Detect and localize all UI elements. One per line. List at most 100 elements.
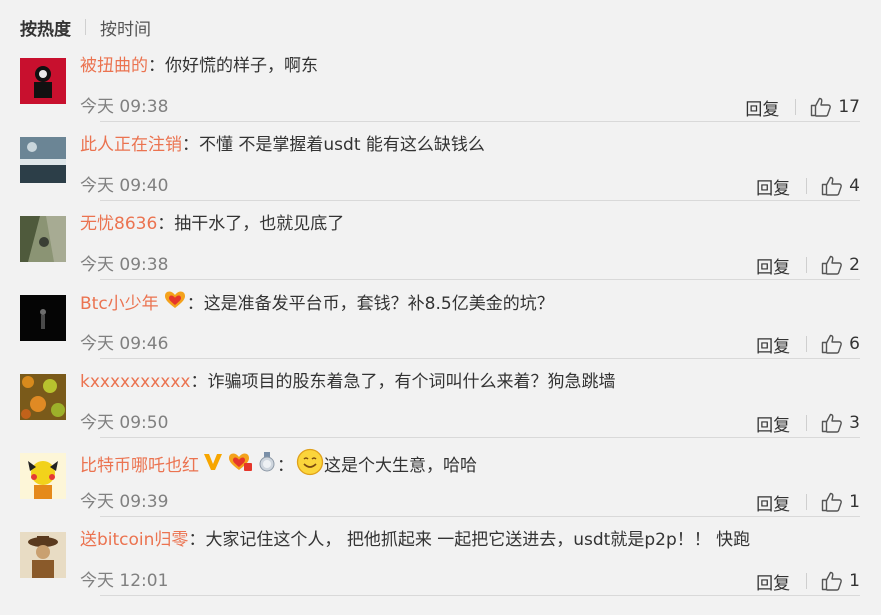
avatar[interactable]	[20, 58, 66, 104]
sort-by-time[interactable]: 按时间	[100, 15, 151, 40]
comment-line: 被扭曲的 ： 你好慌的样子，啊东	[80, 53, 318, 79]
comment-text: 诈骗项目的股东着急了，有个词叫什么来着？狗急跳墙	[207, 372, 616, 392]
like-count: 1	[849, 571, 860, 591]
username-link[interactable]: kxxxxxxxxxx	[80, 369, 190, 395]
like-count: 3	[849, 413, 860, 433]
avatar[interactable]	[20, 216, 66, 262]
reply-button[interactable]: 回复	[756, 332, 790, 357]
avatar[interactable]	[20, 532, 66, 578]
name-separator: ：	[148, 56, 165, 76]
reply-button[interactable]: 回复	[756, 490, 790, 515]
comment-time: 今天 09:46	[80, 334, 169, 354]
reply-button[interactable]: 回复	[745, 95, 779, 120]
name-separator: ：	[188, 530, 206, 550]
comment-item: 被扭曲的 ： 你好慌的样子，啊东 今天 09:38 回复 17	[20, 44, 860, 122]
comment-actions: 回复 3	[756, 410, 860, 436]
reply-button[interactable]: 回复	[756, 253, 790, 278]
reply-button[interactable]: 回复	[756, 569, 790, 594]
comment-divider	[100, 121, 860, 122]
username-link[interactable]: 送bitcoin归零	[80, 527, 188, 553]
comment-text: 这是个大生意，哈哈	[324, 456, 477, 476]
comment-divider	[100, 595, 860, 596]
username-link[interactable]: 此人正在注销	[80, 132, 182, 158]
like-count: 2	[849, 255, 860, 275]
v-icon	[203, 453, 223, 479]
heart-badge-icon	[163, 290, 187, 318]
comment-item: kxxxxxxxxxx ： 诈骗项目的股东着急了，有个词叫什么来着？狗急跳墙 今…	[20, 360, 860, 438]
avatar[interactable]	[20, 374, 66, 420]
comment-text: 你好慌的样子，啊东	[165, 56, 318, 76]
comment-line: 比特币哪吒也红 ： 这是个大生意，哈哈	[80, 448, 477, 484]
medal-icon	[257, 452, 277, 480]
like-count: 1	[849, 492, 860, 512]
name-separator: ：	[186, 294, 204, 314]
comment-divider	[100, 437, 860, 438]
comment-line: 送bitcoin归零 ： 大家记住这个人， 把他抓起来 一起把它送进去，usdt…	[80, 527, 750, 553]
like-count: 4	[849, 176, 860, 196]
heart-badge-icon	[227, 452, 253, 480]
comment-actions: 回复 17	[745, 94, 860, 120]
comment-time: 今天 09:38	[80, 97, 169, 117]
comment-text: 抽干水了，也就见底了	[174, 214, 345, 234]
comment-line: Btc小少年 ： 这是准备发平台币，套钱？补8.5亿美金的坑？	[80, 290, 554, 318]
username-link[interactable]: Btc小少年	[80, 291, 159, 317]
comment-text: 不懂 不是掌握着usdt 能有这么缺钱么	[199, 135, 485, 155]
like-button[interactable]: 6	[821, 334, 860, 354]
action-divider	[806, 257, 808, 273]
comment-divider	[100, 279, 860, 280]
action-divider	[795, 99, 797, 115]
username-link[interactable]: 无忧8636	[80, 211, 157, 237]
comment-time: 今天 09:39	[80, 492, 169, 512]
comment-item: 无忧8636 ： 抽干水了，也就见底了 今天 09:38 回复 2	[20, 202, 860, 280]
action-divider	[806, 336, 808, 352]
sort-divider	[85, 19, 86, 35]
comment-divider	[100, 200, 860, 201]
thumb-up-icon	[821, 334, 843, 354]
comment-time: 今天 12:01	[80, 571, 169, 591]
sort-by-hot[interactable]: 按热度	[20, 15, 71, 40]
username-link[interactable]: 比特币哪吒也红	[80, 453, 199, 479]
comment-actions: 回复 2	[756, 252, 860, 278]
comment-item: 比特币哪吒也红 ： 这是个大生意，哈哈 今天 09:39 回复 1	[20, 439, 860, 517]
like-button[interactable]: 1	[821, 492, 860, 512]
username-link[interactable]: 被扭曲的	[80, 53, 148, 79]
reply-button[interactable]: 回复	[756, 411, 790, 436]
comment-divider	[100, 358, 860, 359]
comment-divider	[100, 516, 860, 517]
avatar[interactable]	[20, 295, 66, 341]
like-button[interactable]: 17	[810, 97, 860, 117]
like-button[interactable]: 3	[821, 413, 860, 433]
thumb-up-icon	[811, 97, 832, 117]
thumb-up-icon	[821, 413, 843, 433]
thumb-up-icon	[821, 255, 843, 275]
avatar[interactable]	[20, 137, 66, 183]
comment-time: 今天 09:40	[80, 176, 169, 196]
like-count: 6	[849, 334, 860, 354]
name-separator: ：	[277, 456, 294, 476]
like-button[interactable]: 2	[821, 255, 860, 275]
like-button[interactable]: 1	[821, 571, 860, 591]
name-separator: ：	[182, 135, 199, 155]
comment-actions: 回复 6	[756, 331, 860, 357]
like-count: 17	[838, 97, 860, 117]
thumb-up-icon	[821, 571, 843, 591]
action-divider	[806, 494, 808, 510]
comment-time: 今天 09:50	[80, 413, 169, 433]
comment-text: 这是准备发平台币，套钱？补8.5亿美金的坑？	[203, 294, 554, 314]
thumb-up-icon	[821, 492, 843, 512]
comment-item: 送bitcoin归零 ： 大家记住这个人， 把他抓起来 一起把它送进去，usdt…	[20, 518, 860, 596]
comment-actions: 回复 1	[756, 568, 860, 594]
comment-line: 无忧8636 ： 抽干水了，也就见底了	[80, 211, 344, 237]
comment-line: 此人正在注销 ： 不懂 不是掌握着usdt 能有这么缺钱么	[80, 132, 485, 158]
like-button[interactable]: 4	[821, 176, 860, 196]
comment-actions: 回复 4	[756, 173, 860, 199]
comment-time: 今天 09:38	[80, 255, 169, 275]
avatar[interactable]	[20, 453, 66, 499]
reply-button[interactable]: 回复	[756, 174, 790, 199]
name-separator: ：	[190, 372, 208, 392]
sort-bar: 按热度 按时间	[20, 14, 151, 40]
smile-emoji-icon	[296, 448, 324, 484]
thumb-up-icon	[821, 176, 843, 196]
comment-line: kxxxxxxxxxx ： 诈骗项目的股东着急了，有个词叫什么来着？狗急跳墙	[80, 369, 615, 395]
comment-text: 大家记住这个人， 把他抓起来 一起把它送进去，usdt就是p2p！！ 快跑	[205, 530, 751, 550]
